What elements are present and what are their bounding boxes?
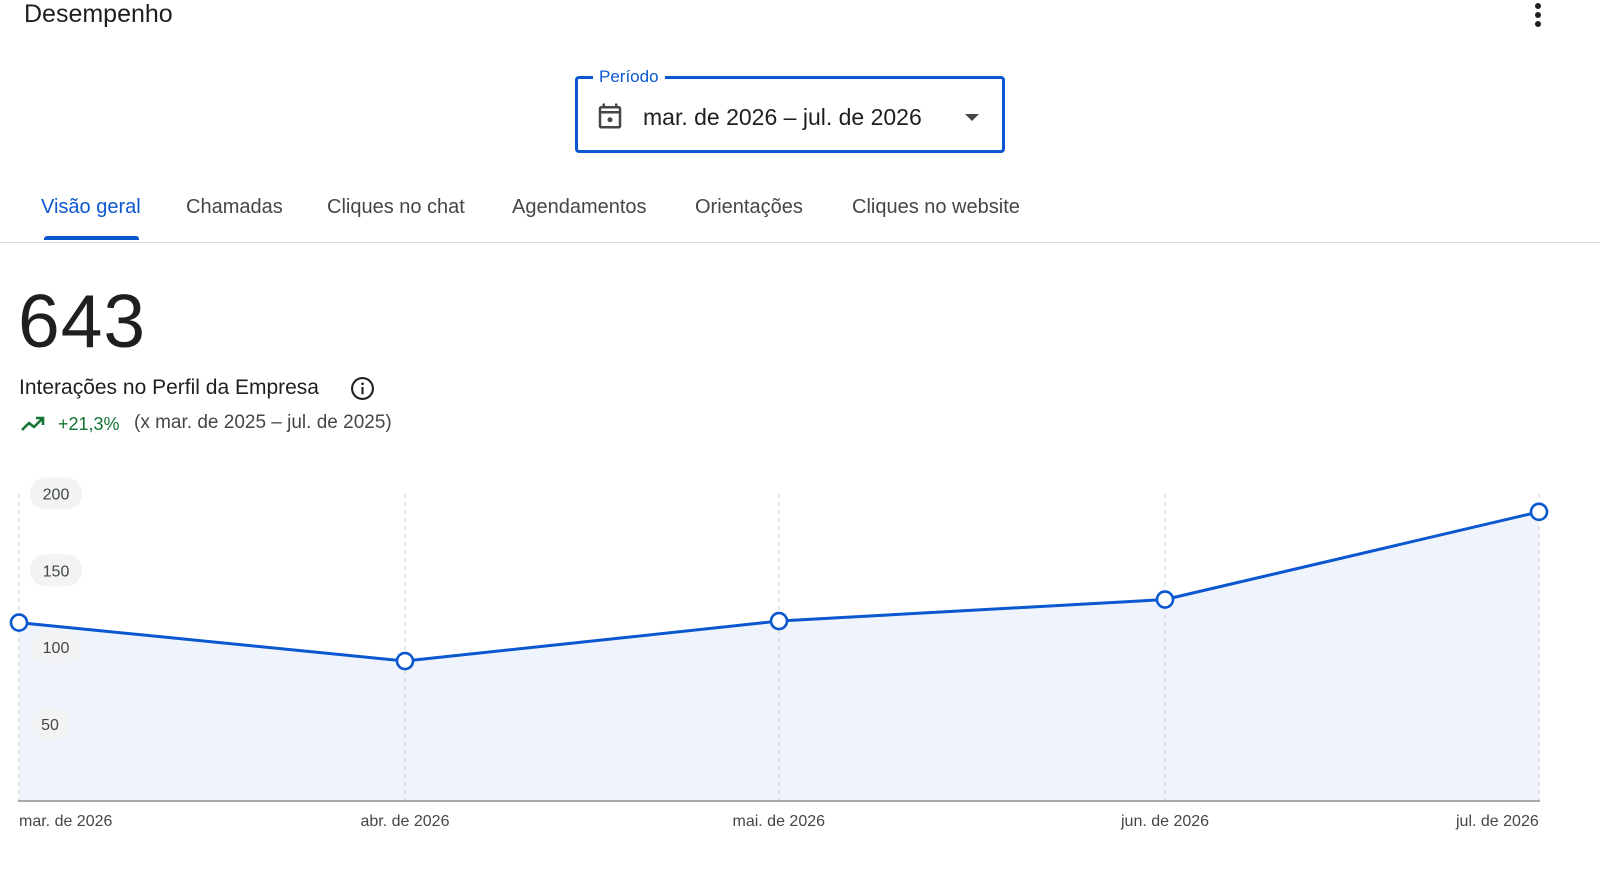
tab-directions[interactable]: Orientações <box>695 196 803 219</box>
info-icon[interactable] <box>350 376 375 401</box>
data-point[interactable] <box>769 611 789 631</box>
x-tick-label: jul. de 2026 <box>1456 813 1539 830</box>
trending-up-icon <box>21 416 45 431</box>
y-tick-label: 150 <box>43 563 70 580</box>
active-tab-indicator <box>44 236 139 240</box>
tab-bookings[interactable]: Agendamentos <box>512 196 647 219</box>
trend-comparison: (x mar. de 2025 – jul. de 2025) <box>134 412 392 433</box>
data-point[interactable] <box>1155 590 1175 609</box>
y-tick-label: 200 <box>43 486 70 503</box>
tab-bar: Visão geral Chamadas Cliques no chat Age… <box>0 178 1600 243</box>
tab-calls[interactable]: Chamadas <box>186 196 283 219</box>
more-options-button[interactable] <box>1523 0 1553 30</box>
more-vert-icon <box>1535 3 1541 27</box>
data-point[interactable] <box>1529 502 1549 522</box>
period-label: Período <box>593 67 665 87</box>
trend-change: +21,3% <box>58 414 120 434</box>
period-selector[interactable]: Período mar. de 2026 – jul. de 2026 <box>575 67 1005 153</box>
tab-overview[interactable]: Visão geral <box>41 196 141 219</box>
interactions-chart: 50 100 150 200 <box>9 477 1549 802</box>
y-tick-label: 100 <box>43 640 70 657</box>
x-tick-label: mar. de 2026 <box>19 813 113 830</box>
x-tick-label: mai. de 2026 <box>732 813 826 830</box>
x-tick-label: abr. de 2026 <box>360 813 450 830</box>
metric-label: Interações no Perfil da Empresa <box>19 376 319 399</box>
page-title: Desempenho <box>24 0 173 28</box>
tab-website-clicks[interactable]: Cliques no website <box>852 196 1020 219</box>
data-point[interactable] <box>9 613 29 632</box>
metric-value: 643 <box>18 279 147 363</box>
x-tick-label: jun. de 2026 <box>1121 813 1210 830</box>
data-point[interactable] <box>395 651 415 671</box>
y-tick-label: 50 <box>41 717 59 734</box>
performance-page: Desempenho Período mar. de 2026 – jul. d… <box>0 0 1600 870</box>
period-value: mar. de 2026 – jul. de 2026 <box>643 104 922 130</box>
tab-chat-clicks[interactable]: Cliques no chat <box>327 196 465 219</box>
calendar-icon <box>598 103 622 129</box>
arrow-drop-down-icon <box>965 114 979 121</box>
